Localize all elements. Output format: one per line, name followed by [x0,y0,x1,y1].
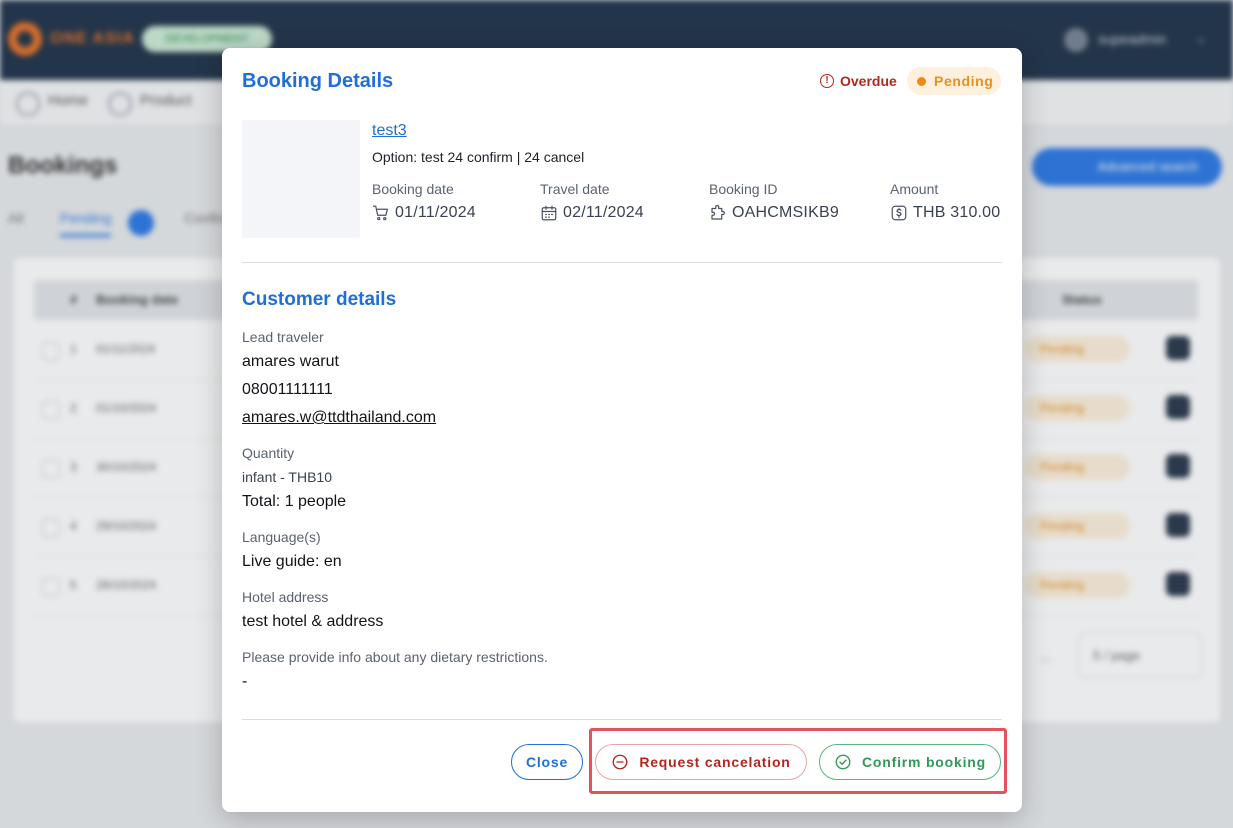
status-badge: Pending [907,67,1001,95]
lead-traveler-label: Lead traveler [242,329,324,345]
language-label: Language(s) [242,529,321,545]
shopping-cart-icon [372,205,388,221]
puzzle-icon [711,204,725,220]
dietary-restrictions-label: Please provide info about any dietary re… [242,649,548,665]
lead-traveler-name: amares warut [242,353,339,370]
status-label: Pending [934,73,994,89]
overdue-indicator: ! Overdue [820,73,897,89]
minus-circle-icon [612,754,628,770]
amount-value: THB 310.00 [913,204,1001,221]
travel-date-label: Travel date [540,181,610,197]
booking-date-value: 01/11/2024 [395,204,476,221]
travel-date-value: 02/11/2024 [563,204,644,221]
booking-id-field: Booking ID OAHCMSIKB9 [709,181,839,222]
quantity-total: Total: 1 people [242,493,347,510]
dollar-icon [891,205,907,221]
confirm-booking-button[interactable]: Confirm booking [819,744,1001,780]
amount-label: Amount [890,181,939,197]
hotel-address-value: test hotel & address [242,613,384,630]
overdue-label: Overdue [840,73,897,89]
booking-date-label: Booking date [372,181,454,197]
amount-field: Amount THB 310.00 [890,181,1000,222]
footer-divider [242,719,1002,720]
alert-circle-icon: ! [820,74,834,88]
confirm-booking-label: Confirm booking [862,754,986,770]
customer-details-title: Customer details [242,289,397,310]
request-cancelation-label: Request cancelation [639,754,791,770]
close-button-label: Close [525,754,569,770]
travel-date-field: Travel date 02/11/2024 [540,181,644,222]
request-cancelation-button[interactable]: Request cancelation [595,744,807,780]
booking-date-field: Booking date 01/11/2024 [372,181,476,222]
quantity-label: Quantity [242,445,295,461]
booking-details-modal: Booking Details ! Overdue Pending test3 … [222,48,1022,812]
modal-title: Booking Details [242,70,394,92]
hotel-address-label: Hotel address [242,589,329,605]
close-button[interactable]: Close [511,744,583,780]
booking-id-label: Booking ID [709,181,778,197]
quantity-item: infant - THB10 [242,469,333,485]
product-option: Option: test 24 confirm | 24 cancel [372,149,585,165]
check-circle-icon [835,754,851,770]
calendar-icon [541,205,557,221]
language-value: Live guide: en [242,553,342,570]
status-dot-icon [917,76,926,86]
lead-traveler-phone: 08001111111 [242,381,333,398]
product-name-link[interactable]: test3 [372,122,407,140]
lead-traveler-email-link[interactable]: amares.w@ttdthailand.com [242,409,436,427]
booking-id-value: OAHCMSIKB9 [732,204,839,221]
product-thumbnail [242,120,360,238]
section-divider [242,262,1002,263]
dietary-restrictions-value: - [242,673,248,690]
